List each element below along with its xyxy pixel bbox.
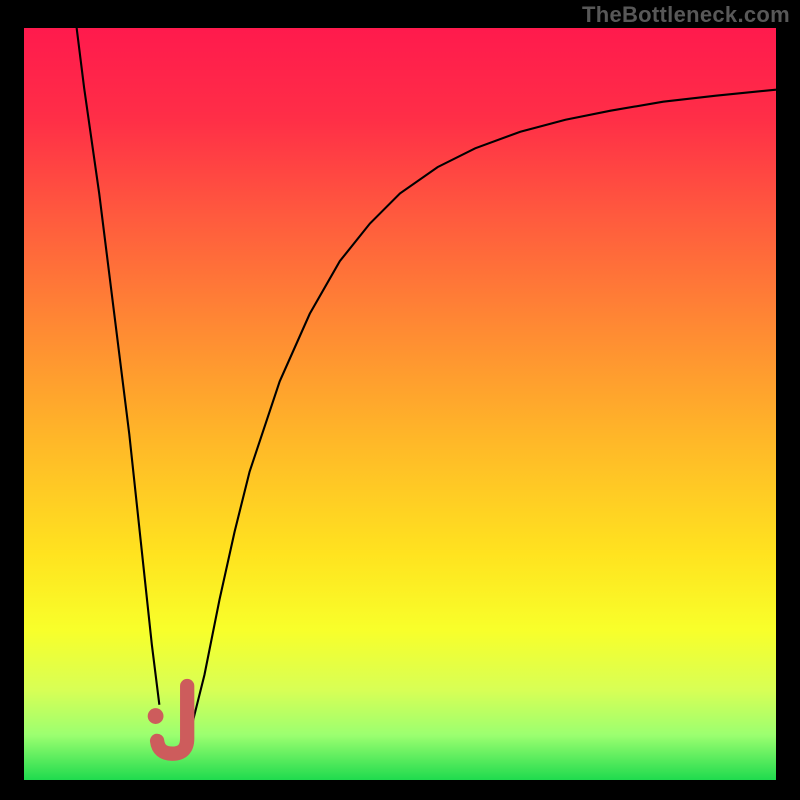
watermark-text: TheBottleneck.com [582, 2, 790, 28]
chart-frame: TheBottleneck.com [0, 0, 800, 800]
gradient-background [24, 28, 776, 780]
bottleneck-chart [24, 28, 776, 780]
